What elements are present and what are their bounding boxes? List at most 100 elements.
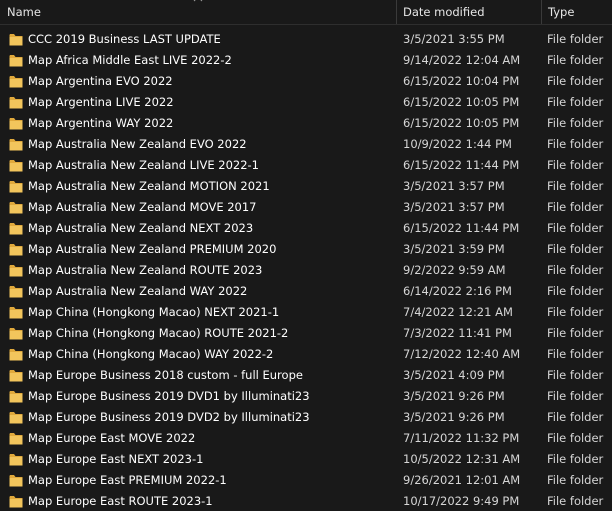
file-row[interactable]: Map Australia New Zealand MOVE 2017 3/5/… bbox=[0, 197, 612, 218]
date-modified-column-header[interactable]: Date modified bbox=[396, 0, 541, 24]
file-name: Map China (Hongkong Macao) ROUTE 2021-2 bbox=[28, 326, 289, 340]
file-date-modified: 9/2/2022 9:59 AM bbox=[403, 263, 506, 277]
folder-icon bbox=[9, 118, 23, 130]
file-row[interactable]: Map Argentina EVO 2022 6/15/2022 10:04 P… bbox=[0, 71, 612, 92]
file-type: File folder bbox=[547, 389, 604, 403]
file-date-modified: 6/14/2022 2:16 PM bbox=[403, 284, 512, 298]
file-type: File folder bbox=[547, 494, 604, 508]
file-name: Map Argentina LIVE 2022 bbox=[28, 95, 174, 109]
file-row[interactable]: Map Europe East NEXT 2023-1 10/5/2022 12… bbox=[0, 449, 612, 470]
file-type: File folder bbox=[547, 179, 604, 193]
file-date-modified: 7/3/2022 11:41 PM bbox=[403, 326, 512, 340]
file-row[interactable]: CCC 2019 Business LAST UPDATE 3/5/2021 3… bbox=[0, 29, 612, 50]
file-type: File folder bbox=[547, 326, 604, 340]
file-type: File folder bbox=[547, 368, 604, 382]
folder-icon bbox=[9, 370, 23, 382]
folder-icon bbox=[9, 286, 23, 298]
file-row[interactable]: Map Australia New Zealand WAY 2022 6/14/… bbox=[0, 281, 612, 302]
folder-icon bbox=[9, 307, 23, 319]
file-row[interactable]: Map Europe Business 2019 DVD2 by Illumin… bbox=[0, 407, 612, 428]
file-date-modified: 6/15/2022 10:05 PM bbox=[403, 95, 520, 109]
file-name: Map Australia New Zealand LIVE 2022-1 bbox=[28, 158, 259, 172]
file-name: Map Australia New Zealand EVO 2022 bbox=[28, 137, 247, 151]
name-column-label: Name bbox=[7, 5, 41, 19]
file-type: File folder bbox=[547, 284, 604, 298]
folder-icon bbox=[9, 244, 23, 256]
file-type: File folder bbox=[547, 452, 604, 466]
file-row[interactable]: Map China (Hongkong Macao) WAY 2022-2 7/… bbox=[0, 344, 612, 365]
folder-icon bbox=[9, 202, 23, 214]
file-type: File folder bbox=[547, 263, 604, 277]
file-row[interactable]: Map Argentina WAY 2022 6/15/2022 10:05 P… bbox=[0, 113, 612, 134]
file-name: Map China (Hongkong Macao) WAY 2022-2 bbox=[28, 347, 274, 361]
file-name: Map Australia New Zealand ROUTE 2023 bbox=[28, 263, 263, 277]
file-date-modified: 3/5/2021 9:26 PM bbox=[403, 410, 505, 424]
file-row[interactable]: Map Europe East PREMIUM 2022-1 9/26/2021… bbox=[0, 470, 612, 491]
file-type: File folder bbox=[547, 305, 604, 319]
file-row[interactable]: Map Australia New Zealand PREMIUM 2020 3… bbox=[0, 239, 612, 260]
file-type: File folder bbox=[547, 473, 604, 487]
file-name: Map Argentina WAY 2022 bbox=[28, 116, 174, 130]
file-name: Map Europe Business 2019 DVD1 by Illumin… bbox=[28, 389, 310, 403]
type-column-label: Type bbox=[548, 5, 575, 19]
file-type: File folder bbox=[547, 347, 604, 361]
file-row[interactable]: Map Africa Middle East LIVE 2022-2 9/14/… bbox=[0, 50, 612, 71]
file-date-modified: 9/26/2021 12:01 AM bbox=[403, 473, 521, 487]
file-type: File folder bbox=[547, 74, 604, 88]
folder-icon bbox=[9, 265, 23, 277]
file-date-modified: 3/5/2021 3:57 PM bbox=[403, 200, 505, 214]
file-row[interactable]: Map Europe East ROUTE 2023-1 10/17/2022 … bbox=[0, 491, 612, 511]
file-rows: CCC 2019 Business LAST UPDATE 3/5/2021 3… bbox=[0, 29, 612, 511]
file-date-modified: 3/5/2021 3:57 PM bbox=[403, 179, 505, 193]
name-column-header[interactable]: Name bbox=[0, 0, 396, 24]
file-type: File folder bbox=[547, 221, 604, 235]
file-name: Map Africa Middle East LIVE 2022-2 bbox=[28, 53, 232, 67]
file-name: Map Europe Business 2018 custom - full E… bbox=[28, 368, 303, 382]
file-name: Map Australia New Zealand MOTION 2021 bbox=[28, 179, 270, 193]
file-row[interactable]: Map Australia New Zealand LIVE 2022-1 6/… bbox=[0, 155, 612, 176]
file-type: File folder bbox=[547, 242, 604, 256]
file-type: File folder bbox=[547, 32, 604, 46]
file-row[interactable]: Map Europe Business 2018 custom - full E… bbox=[0, 365, 612, 386]
file-row[interactable]: Map Argentina LIVE 2022 6/15/2022 10:05 … bbox=[0, 92, 612, 113]
file-row[interactable]: Map China (Hongkong Macao) ROUTE 2021-2 … bbox=[0, 323, 612, 344]
type-column-header[interactable]: Type bbox=[541, 0, 612, 24]
file-date-modified: 7/11/2022 11:32 PM bbox=[403, 431, 520, 445]
file-row[interactable]: Map Australia New Zealand ROUTE 2023 9/2… bbox=[0, 260, 612, 281]
folder-icon bbox=[9, 412, 23, 424]
file-name: Map Europe Business 2019 DVD2 by Illumin… bbox=[28, 410, 310, 424]
file-name: Map Europe East ROUTE 2023-1 bbox=[28, 494, 213, 508]
sort-ascending-icon bbox=[193, 0, 203, 2]
file-type: File folder bbox=[547, 116, 604, 130]
file-row[interactable]: Map China (Hongkong Macao) NEXT 2021-1 7… bbox=[0, 302, 612, 323]
folder-icon bbox=[9, 97, 23, 109]
file-date-modified: 3/5/2021 3:55 PM bbox=[403, 32, 505, 46]
file-name: Map Australia New Zealand WAY 2022 bbox=[28, 284, 248, 298]
folder-icon bbox=[9, 160, 23, 172]
file-date-modified: 6/15/2022 11:44 PM bbox=[403, 158, 520, 172]
column-header-bar: Name Date modified Type bbox=[0, 0, 612, 25]
folder-icon bbox=[9, 34, 23, 46]
folder-icon bbox=[9, 223, 23, 235]
date-column-label: Date modified bbox=[403, 5, 485, 19]
file-date-modified: 3/5/2021 9:26 PM bbox=[403, 389, 505, 403]
file-type: File folder bbox=[547, 431, 604, 445]
file-date-modified: 7/12/2022 12:40 AM bbox=[403, 347, 521, 361]
file-row[interactable]: Map Australia New Zealand EVO 2022 10/9/… bbox=[0, 134, 612, 155]
file-name: Map Australia New Zealand PREMIUM 2020 bbox=[28, 242, 277, 256]
file-row[interactable]: Map Australia New Zealand MOTION 2021 3/… bbox=[0, 176, 612, 197]
folder-icon bbox=[9, 454, 23, 466]
folder-icon bbox=[9, 181, 23, 193]
file-row[interactable]: Map Europe Business 2019 DVD1 by Illumin… bbox=[0, 386, 612, 407]
file-date-modified: 7/4/2022 12:21 AM bbox=[403, 305, 513, 319]
file-row[interactable]: Map Europe East MOVE 2022 7/11/2022 11:3… bbox=[0, 428, 612, 449]
file-date-modified: 6/15/2022 10:05 PM bbox=[403, 116, 520, 130]
file-name: Map Europe East MOVE 2022 bbox=[28, 431, 196, 445]
file-type: File folder bbox=[547, 53, 604, 67]
folder-icon bbox=[9, 328, 23, 340]
folder-icon bbox=[9, 76, 23, 88]
file-date-modified: 10/5/2022 12:31 AM bbox=[403, 452, 521, 466]
folder-icon bbox=[9, 475, 23, 487]
file-row[interactable]: Map Australia New Zealand NEXT 2023 6/15… bbox=[0, 218, 612, 239]
file-type: File folder bbox=[547, 137, 604, 151]
